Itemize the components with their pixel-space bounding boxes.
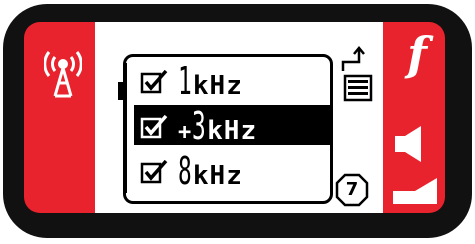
left-soft-key[interactable] — [26, 22, 96, 213]
frequency-unit: kHz — [192, 161, 243, 191]
page-number: 7 — [345, 179, 359, 200]
list-export-icon[interactable] — [337, 46, 377, 104]
antenna-icon — [44, 51, 82, 98]
frequency-label: +3kHz — [178, 104, 258, 148]
frequency-unit: kHz — [207, 116, 258, 146]
frequency-label: 8kHz — [178, 149, 243, 193]
volume-button[interactable] — [383, 170, 445, 210]
list-item[interactable]: 1kHz — [134, 59, 330, 103]
speaker-button[interactable] — [383, 118, 445, 168]
scrollbar-thumb[interactable] — [118, 82, 126, 100]
frequency-prefix: + — [178, 120, 193, 145]
right-soft-keys: f — [383, 22, 445, 213]
speaker-icon — [395, 126, 421, 162]
function-icon: f — [407, 27, 427, 81]
frequency-number: 3 — [192, 104, 207, 148]
frequency-unit: kHz — [192, 71, 243, 101]
frequency-number: 1 — [178, 59, 193, 103]
checkbox-icon[interactable] — [140, 158, 170, 184]
list-item[interactable]: 8kHz — [134, 149, 330, 193]
function-button[interactable]: f — [383, 22, 445, 86]
volume-level-icon — [393, 178, 437, 204]
checkbox-icon[interactable] — [140, 68, 170, 94]
list-item[interactable]: +3kHz — [134, 104, 330, 148]
checkbox-icon[interactable] — [140, 113, 170, 139]
frequency-label: 1kHz — [178, 59, 243, 103]
frequency-number: 8 — [178, 149, 193, 193]
